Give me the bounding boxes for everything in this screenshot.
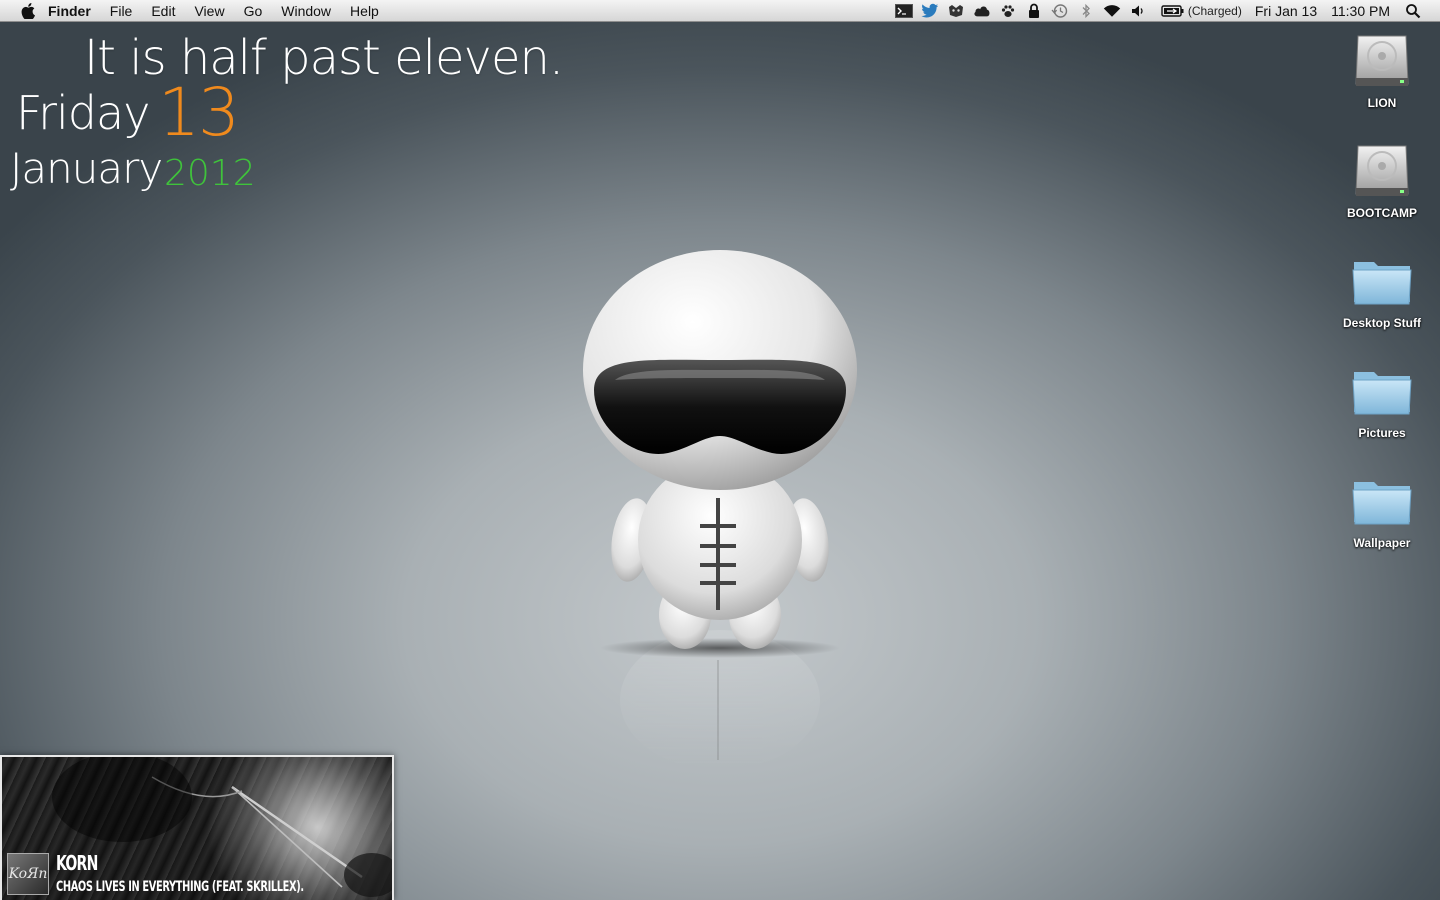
folder-icon <box>1352 372 1412 415</box>
menu-go[interactable]: Go <box>244 3 263 19</box>
day-number: 13 <box>158 74 240 151</box>
desktop-icon-pictures[interactable]: Pictures <box>1332 358 1432 440</box>
desktop-icon-bootcamp[interactable]: BOOTCAMP <box>1332 138 1432 220</box>
twitter-bird-icon[interactable] <box>921 3 939 19</box>
hard-drive-icon <box>1355 35 1409 86</box>
cloud-icon[interactable] <box>973 3 991 19</box>
menu-edit[interactable]: Edit <box>151 3 175 19</box>
desktop-icon-label: Desktop Stuff <box>1343 316 1421 330</box>
menubar-time[interactable]: 11:30 PM <box>1331 3 1390 19</box>
spotlight-search-icon[interactable] <box>1404 3 1422 19</box>
menu-help[interactable]: Help <box>350 3 379 19</box>
album-art-thumbnail: KoЯn <box>7 853 49 895</box>
desktop-icon-label: LION <box>1367 96 1397 110</box>
now-playing-artist: KORN <box>56 851 98 875</box>
album-art-logo-text: KoЯn <box>8 866 48 882</box>
menu-window[interactable]: Window <box>281 3 331 19</box>
now-playing-widget[interactable]: KoЯn KORN CHAOS LIVES IN EVERYTHING (FEA… <box>0 755 394 900</box>
battery-icon[interactable] <box>1161 3 1185 19</box>
wallpaper-mascot-robot <box>583 250 857 770</box>
time-machine-icon[interactable] <box>1051 3 1069 19</box>
month-name: January <box>10 144 163 193</box>
folder-icon <box>1352 482 1412 525</box>
desktop-icon-label: Pictures <box>1358 426 1406 440</box>
growl-paw-icon[interactable] <box>947 3 965 19</box>
menu-bar: Finder File Edit View Go Window Help (Ch… <box>0 0 1440 22</box>
year: 2012 <box>164 153 256 194</box>
folder-icon <box>1352 262 1412 305</box>
time-sentence: It is half past eleven. <box>84 30 564 86</box>
lock-icon[interactable] <box>1025 3 1043 19</box>
desktop-icon-label: Wallpaper <box>1353 536 1411 550</box>
desktop-icon-desktop-stuff[interactable]: Desktop Stuff <box>1332 248 1432 330</box>
battery-status-text: (Charged) <box>1187 4 1242 18</box>
desktop-icon-label: BOOTCAMP <box>1347 206 1417 220</box>
volume-icon[interactable] <box>1129 3 1147 19</box>
now-playing-track: CHAOS LIVES IN EVERYTHING (FEAT. SKRILLE… <box>56 879 304 895</box>
desktop-icon-lion[interactable]: LION <box>1332 28 1432 110</box>
menu-file[interactable]: File <box>110 3 133 19</box>
terminal-icon[interactable] <box>894 3 913 19</box>
menu-app-name[interactable]: Finder <box>48 3 91 19</box>
bluetooth-icon[interactable] <box>1077 3 1095 19</box>
wifi-icon[interactable] <box>1103 3 1121 19</box>
paw-icon[interactable] <box>999 3 1017 19</box>
status-menus: (Charged) Fri Jan 13 11:30 PM <box>887 0 1440 22</box>
menubar-date[interactable]: Fri Jan 13 <box>1255 3 1317 19</box>
hard-drive-icon <box>1355 145 1409 196</box>
day-name: Friday <box>16 86 150 140</box>
desktop-icon-wallpaper[interactable]: Wallpaper <box>1332 468 1432 550</box>
menu-view[interactable]: View <box>194 3 224 19</box>
apple-menu-icon[interactable] <box>19 0 37 22</box>
